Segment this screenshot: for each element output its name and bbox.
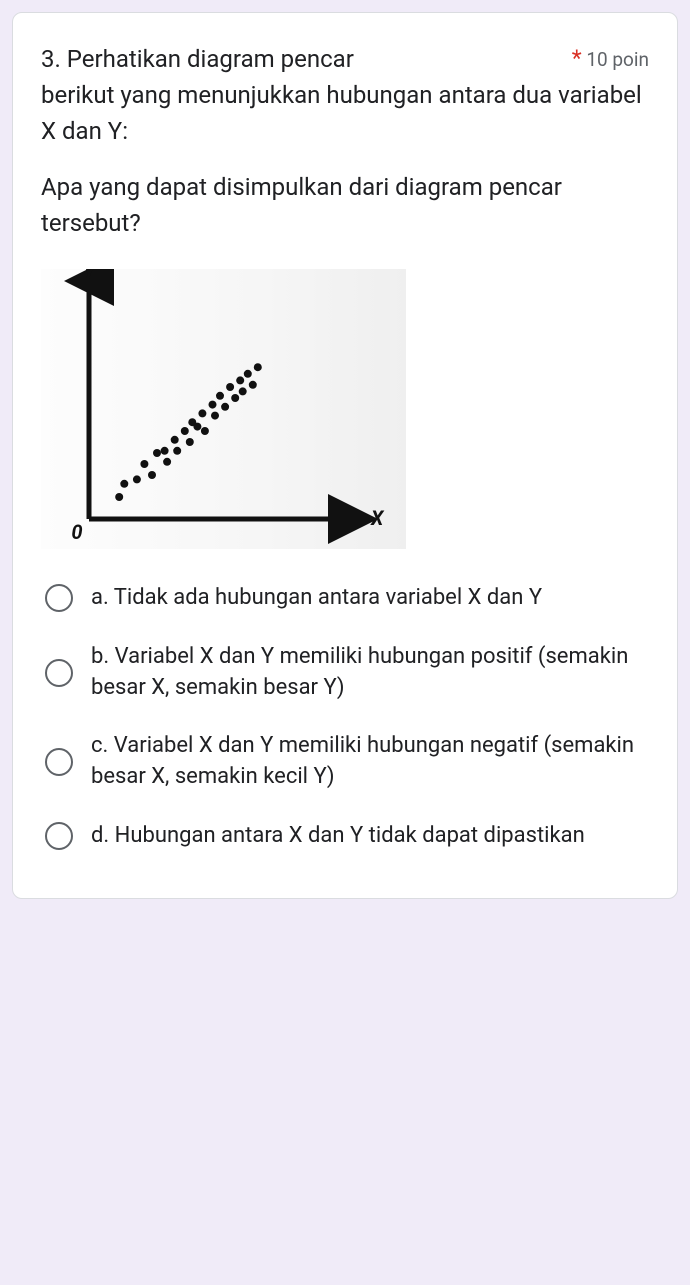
scatter-points: [115, 363, 262, 501]
question-title: 3. Perhatikan diagram pencar: [41, 41, 556, 77]
scatter-diagram: Y X 0: [41, 269, 406, 549]
option-c-label: c. Variabel X dan Y memiliki hubungan ne…: [91, 731, 649, 793]
scatter-svg: Y X 0: [41, 269, 406, 549]
option-a-label: a. Tidak ada hubungan antara variabel X …: [91, 583, 542, 614]
option-b[interactable]: b. Variabel X dan Y memiliki hubungan po…: [41, 628, 649, 718]
question-card: 3. Perhatikan diagram pencar * 10 poin b…: [12, 12, 678, 899]
x-axis-label: X: [370, 506, 385, 530]
option-c[interactable]: c. Variabel X dan Y memiliki hubungan ne…: [41, 717, 649, 807]
radio-icon[interactable]: [45, 748, 73, 776]
radio-icon[interactable]: [45, 584, 73, 612]
options-group: a. Tidak ada hubungan antara variabel X …: [41, 569, 649, 866]
option-d-label: d. Hubungan antara X dan Y tidak dapat d…: [91, 821, 585, 852]
question-title-rest: berikut yang menunjukkan hubungan antara…: [41, 77, 649, 149]
points-text: 10 poin: [586, 48, 649, 71]
required-asterisk: *: [572, 45, 582, 72]
points-label: * 10 poin: [572, 41, 649, 72]
option-d[interactable]: d. Hubungan antara X dan Y tidak dapat d…: [41, 807, 649, 866]
title-line1: 3. Perhatikan diagram pencar: [41, 45, 354, 73]
question-header: 3. Perhatikan diagram pencar * 10 poin: [41, 41, 649, 77]
option-b-label: b. Variabel X dan Y memiliki hubungan po…: [91, 642, 649, 704]
radio-icon[interactable]: [45, 659, 73, 687]
option-a[interactable]: a. Tidak ada hubungan antara variabel X …: [41, 569, 649, 628]
question-subtext: Apa yang dapat disimpulkan dari diagram …: [41, 169, 649, 241]
origin-label: 0: [71, 520, 82, 544]
radio-icon[interactable]: [45, 822, 73, 850]
y-axis-label: Y: [83, 269, 97, 284]
